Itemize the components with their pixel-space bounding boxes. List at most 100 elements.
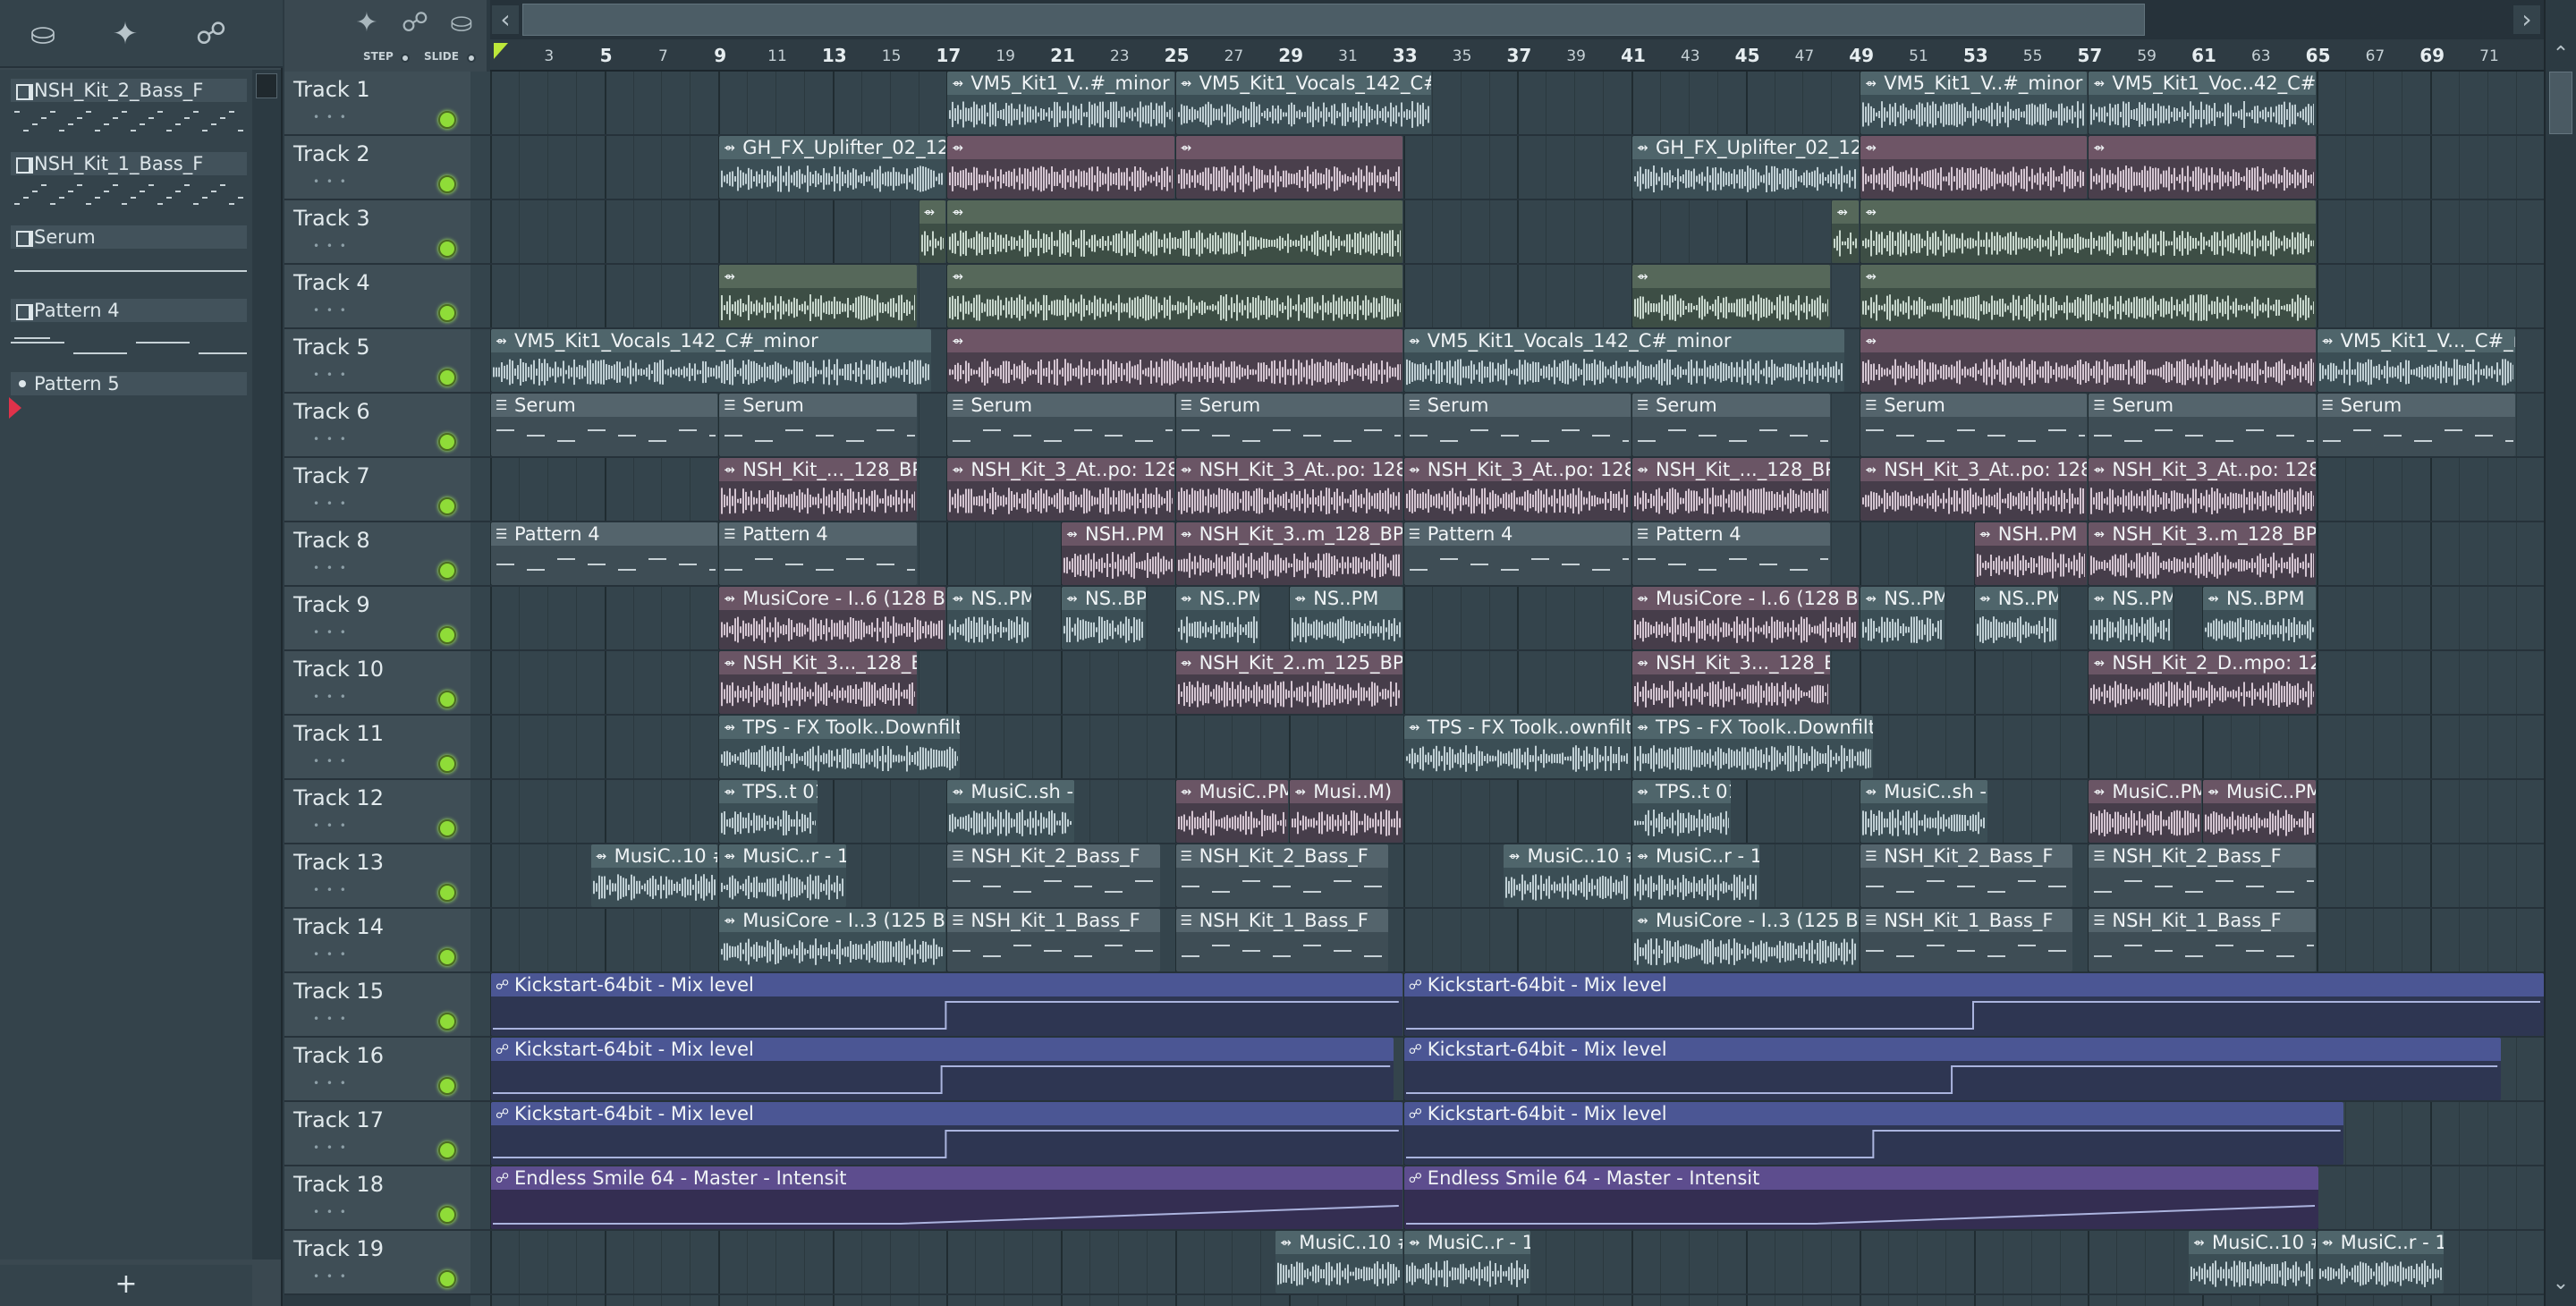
track-mute-led[interactable]: [438, 111, 456, 129]
audio-clip-icon[interactable]: ⇴: [952, 462, 963, 477]
track-grip-icon[interactable]: • • •: [313, 948, 348, 961]
audio-clip-icon[interactable]: ⇴: [2093, 656, 2105, 670]
track-mute-led[interactable]: [438, 819, 456, 837]
audio-clip-icon[interactable]: ⇴: [724, 140, 735, 155]
audio-clip-icon[interactable]: ⇴: [1637, 462, 1648, 477]
automation-view-icon[interactable]: ☍: [193, 16, 229, 52]
track-name[interactable]: Track 14: [293, 914, 384, 939]
audio-view-icon[interactable]: ✦: [107, 16, 143, 52]
audio-clip-icon[interactable]: ⇴: [1637, 269, 1648, 284]
track-mute-led[interactable]: [438, 691, 456, 708]
picker-item[interactable]: Pattern 4: [5, 293, 249, 363]
slide-toggle[interactable]: [467, 54, 476, 63]
picker-scrollbar[interactable]: [252, 70, 281, 1259]
track-mute-led[interactable]: [438, 1077, 456, 1095]
audio-clip-icon[interactable]: ⇴: [1865, 334, 1877, 348]
timeline-ruler[interactable]: 3 5 7 9 11 13 15 17 19 21 23 25 27 29 31 33 35 37 39 41 43 45…: [490, 39, 2544, 72]
pattern-clip-icon[interactable]: ☰: [496, 398, 507, 412]
picker-item[interactable]: NSH_Kit_1_Bass_F: [5, 147, 249, 216]
track-name[interactable]: Track 17: [293, 1107, 384, 1132]
playlist-clip[interactable]: Pattern 4 ☰: [719, 522, 918, 585]
automation-clip-icon[interactable]: ☍: [1409, 1042, 1422, 1056]
playlist-clip[interactable]: Musi..M) ⇴: [1290, 780, 1402, 843]
playlist-clip[interactable]: GH_FX_Uplifter_02_124 ⇴: [1632, 136, 1860, 199]
pattern-clip-icon[interactable]: ☰: [1409, 398, 1420, 412]
track-header[interactable]: Track 17 • • •: [284, 1102, 470, 1166]
playlist-clip[interactable]: ⇴: [947, 200, 1402, 263]
playlist-clip[interactable]: MusiC..10 #2⇴: [1504, 844, 1631, 907]
playlist-clip[interactable]: Pattern 4 ☰: [491, 522, 718, 585]
audio-clip-icon[interactable]: ⇴: [724, 784, 735, 799]
track-mute-led[interactable]: [438, 1206, 456, 1224]
track-grip-icon[interactable]: • • •: [313, 111, 348, 123]
audio-clip-icon[interactable]: ⇴: [2093, 591, 2105, 606]
pattern-clip-icon[interactable]: ☰: [1409, 527, 1420, 541]
track-name[interactable]: Track 12: [293, 785, 384, 810]
playlist-clip[interactable]: NSH_Kit_3_At..po: 128.0⇴: [1403, 458, 1631, 521]
playlist-clip[interactable]: NSH_Kit_3..._128_BPM⇴: [719, 651, 918, 714]
track-name[interactable]: Track 8: [293, 528, 370, 553]
pattern-clip-icon[interactable]: ☰: [2093, 398, 2105, 412]
playlist-clip[interactable]: NSH_Kit_2..m_125_BPM ⇴: [1175, 651, 1402, 714]
track-grip-icon[interactable]: • • •: [313, 1141, 348, 1154]
playlist-clip[interactable]: ⇴: [1860, 136, 2088, 199]
playlist-clip[interactable]: VM5_Kit1_V..#_minor # ⇴: [1860, 72, 2088, 134]
playlist-clip[interactable]: MusiC..PM)⇴: [1175, 780, 1289, 843]
track-name[interactable]: Track 15: [293, 979, 384, 1004]
playlist-clip[interactable]: Pattern 4 ☰: [1403, 522, 1631, 585]
playlist-clip[interactable]: Serum ☰: [947, 394, 1174, 456]
pattern-mode-icon[interactable]: ⛀: [444, 7, 479, 39]
track-header[interactable]: Track 10 • • •: [284, 651, 470, 716]
audio-clip-icon[interactable]: ⇴: [724, 269, 735, 284]
audio-clip-icon[interactable]: ⇴: [724, 849, 735, 863]
audio-clip-icon[interactable]: ⇴: [724, 656, 735, 670]
playlist-clip[interactable]: TPS - FX Toolk..Downfilter 2⇴: [719, 716, 961, 778]
playlist-grid[interactable]: VM5_Kit1_V..#_minor # ⇴ VM5_Kit1_Vocals_14…: [470, 72, 2544, 1306]
track-header[interactable]: Track 18 • • •: [284, 1166, 470, 1231]
audio-clip-icon[interactable]: ⇴: [1865, 205, 1877, 219]
audio-clip-icon[interactable]: ⇴: [1409, 720, 1420, 734]
audio-clip-icon[interactable]: ⇴: [1294, 784, 1306, 799]
playlist-clip[interactable]: MusiC..sh - 5⇴: [1860, 780, 1987, 843]
playlist-clip[interactable]: NSH_Kit_1_Bass_F ☰: [1175, 909, 1388, 971]
playlist-clip[interactable]: MusiCore - I..6 (128 BPM)⇴: [719, 587, 946, 649]
playlist-clip[interactable]: TPS - FX Toolk..Downfilter 2⇴: [1632, 716, 1874, 778]
audio-clip-icon[interactable]: ⇴: [1865, 140, 1877, 155]
track-mute-led[interactable]: [438, 884, 456, 902]
add-pattern-button[interactable]: +: [0, 1265, 252, 1306]
audio-clip-icon[interactable]: ⇴: [1637, 656, 1648, 670]
track-mute-led[interactable]: [438, 755, 456, 773]
pattern-clip-icon[interactable]: ☰: [1637, 527, 1648, 541]
audio-clip-icon[interactable]: ⇴: [2093, 462, 2105, 477]
playlist-clip[interactable]: Serum ☰: [491, 394, 718, 456]
playlist-clip[interactable]: MusiC..PM)⇴: [2089, 780, 2201, 843]
playlist-clip[interactable]: MusiC..sh - 5⇴: [947, 780, 1074, 843]
track-name[interactable]: Track 13: [293, 850, 384, 875]
audio-clip-icon[interactable]: ⇴: [1066, 591, 1078, 606]
playlist-clip[interactable]: Serum ☰: [1403, 394, 1631, 456]
pattern-clip-icon[interactable]: ☰: [1181, 849, 1192, 863]
playlist-clip[interactable]: MusiC..r - 10⇴: [1632, 844, 1759, 907]
horizontal-scroll-thumb[interactable]: [522, 4, 2145, 36]
horizontal-scrollbar[interactable]: ‹ ›: [490, 0, 2544, 39]
pattern-clip-icon[interactable]: ☰: [724, 527, 735, 541]
playlist-clip[interactable]: Serum ☰: [1175, 394, 1402, 456]
playlist-clip[interactable]: TPS..t 01⇴: [1632, 780, 1731, 843]
audio-clip-icon[interactable]: ⇴: [1508, 849, 1520, 863]
pattern-clip-icon[interactable]: ☰: [1637, 398, 1648, 412]
track-mute-led[interactable]: [438, 626, 456, 644]
track-grip-icon[interactable]: • • •: [313, 1270, 348, 1283]
playlist-clip[interactable]: NS..PM ⇴: [1974, 587, 2059, 649]
playlist-clip[interactable]: NSH_Kit_2_Bass_F ☰: [1175, 844, 1388, 907]
audio-clip-icon[interactable]: ⇴: [2093, 140, 2105, 155]
playlist-clip[interactable]: MusiC..r - 10⇴: [2317, 1231, 2445, 1293]
track-grip-icon[interactable]: • • •: [313, 626, 348, 639]
scroll-right-icon[interactable]: ›: [2513, 5, 2540, 34]
playlist-clip[interactable]: VM5_Kit1_Vocals_142_C#_minor⇴: [491, 329, 932, 392]
vertical-scroll-thumb[interactable]: [2549, 72, 2572, 134]
audio-clip-icon[interactable]: ⇴: [1181, 656, 1192, 670]
playlist-clip[interactable]: Endless Smile 64 - Master - Intensit ☍: [491, 1166, 1402, 1229]
playlist-clip[interactable]: NS..BPM⇴: [1062, 587, 1146, 649]
audio-clip-icon[interactable]: ⇴: [596, 849, 607, 863]
audio-clip-icon[interactable]: ⇴: [1979, 527, 1991, 541]
